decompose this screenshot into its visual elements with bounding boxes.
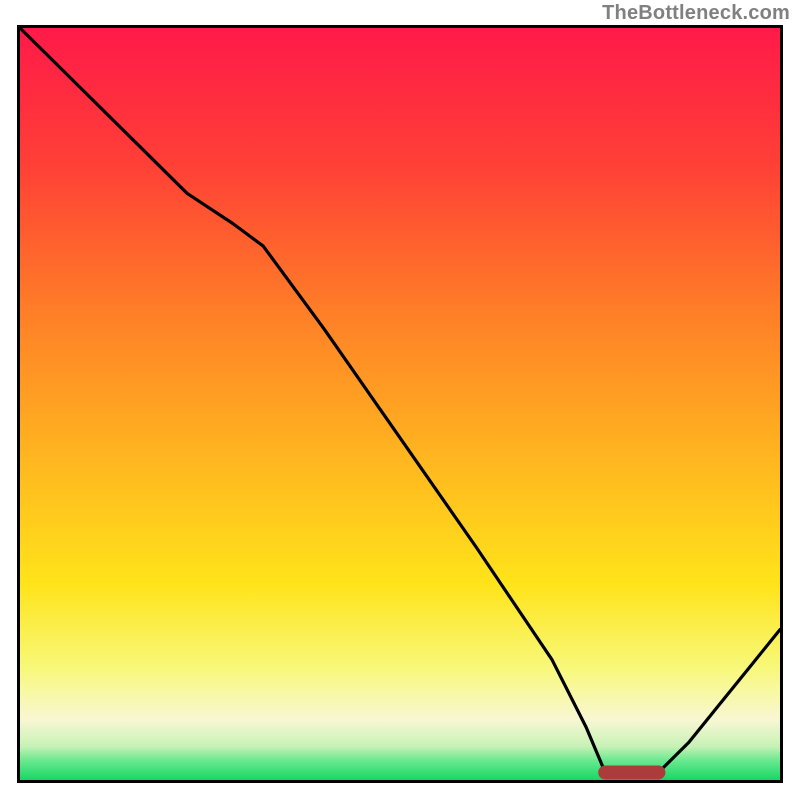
plot-svg (20, 28, 780, 780)
chart-stage: TheBottleneck.com (0, 0, 800, 800)
plot-frame (17, 25, 783, 783)
watermark-text: TheBottleneck.com (602, 2, 790, 25)
